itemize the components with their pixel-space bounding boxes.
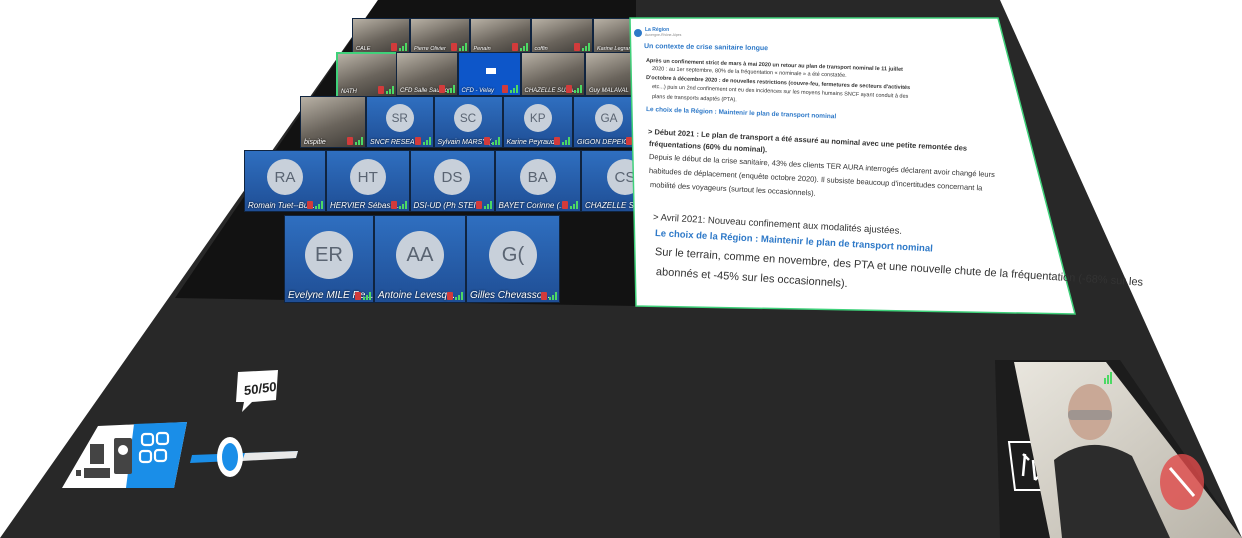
slide-logo-subtitle: Auvergne-Rhône-Alpes [645, 33, 682, 37]
split-ratio-slider[interactable] [190, 425, 300, 485]
person-layout-icon[interactable] [114, 438, 132, 474]
region-logo-icon [634, 29, 642, 37]
layout-switcher[interactable] [62, 420, 187, 490]
self-view-video[interactable] [1010, 360, 1242, 538]
